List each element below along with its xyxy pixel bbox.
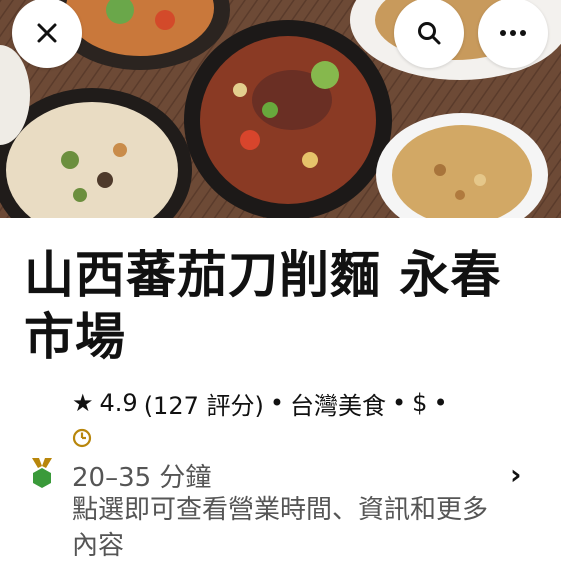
- separator: •: [433, 389, 448, 417]
- review-count: (127 評分): [143, 391, 264, 420]
- clock-badge-icon: [72, 428, 92, 448]
- rating-value: 4.9: [99, 389, 138, 417]
- close-button[interactable]: [12, 0, 82, 68]
- store-title: 山西蕃茄刀削麵 永春市場: [24, 246, 502, 366]
- separator: •: [269, 389, 285, 417]
- cuisine-label: 台灣美食: [290, 391, 387, 420]
- more-options-button[interactable]: [478, 0, 548, 68]
- price-level: $: [412, 389, 428, 417]
- rating-row: ★ 4.9 (127 評分) • 台灣美食 • $ •: [72, 386, 448, 420]
- medal-icon: [32, 458, 52, 488]
- search-button[interactable]: [394, 0, 464, 68]
- close-icon: [37, 23, 57, 43]
- more-icon: [500, 30, 526, 36]
- delivery-time: 20–35 分鐘: [72, 463, 212, 493]
- store-info-link[interactable]: 點選即可查看營業時間、資訊和更多內容: [72, 492, 512, 564]
- hero-image: [0, 0, 561, 218]
- chevron-right-icon[interactable]: ›: [510, 458, 522, 491]
- separator: •: [392, 389, 407, 417]
- search-icon: [418, 22, 441, 45]
- hero-food-illustration: [0, 0, 561, 218]
- star-icon: ★: [72, 389, 94, 417]
